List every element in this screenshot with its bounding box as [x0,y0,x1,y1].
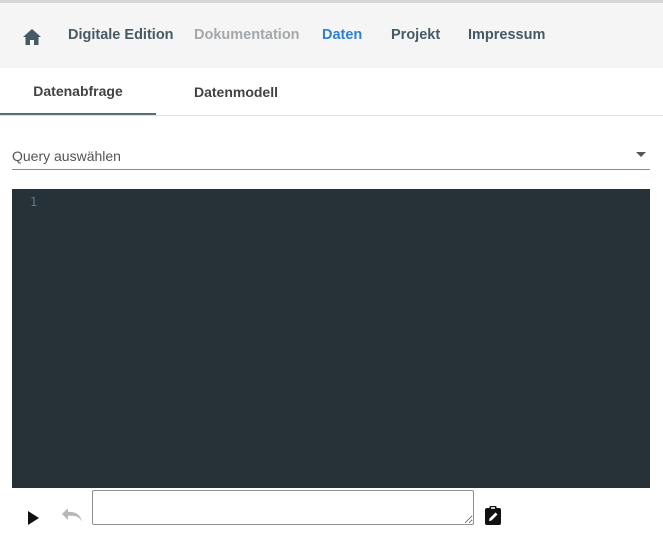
chevron-down-icon [636,152,646,157]
nav-link-dokumentation[interactable]: Dokumentation [194,27,300,43]
query-editor[interactable]: 1 [12,189,650,488]
line-number: 1 [30,195,38,209]
tab-bar: Datenabfrage Datenmodell [0,68,663,116]
clipboard-edit-icon [485,506,501,525]
clipboard-button[interactable] [483,505,505,527]
nav-link-impressum[interactable]: Impressum [468,27,545,43]
nav-link-daten[interactable]: Daten [322,27,362,43]
query-select[interactable]: Query auswählen [12,142,650,170]
play-icon [28,511,39,525]
nav-link-digitale-edition[interactable]: Digitale Edition [68,27,174,43]
run-query-button[interactable] [26,511,40,525]
tab-label: Datenabfrage [33,82,123,99]
tab-datenabfrage[interactable]: Datenabfrage [0,68,156,115]
home-button[interactable] [20,26,44,48]
undo-icon [62,508,82,522]
undo-button[interactable] [60,508,84,527]
tab-label: Datenmodell [193,83,278,100]
tab-datenmodell[interactable]: Datenmodell [158,68,314,115]
nav-link-projekt[interactable]: Projekt [391,27,440,43]
top-navigation-bar: Digitale Edition Dokumentation Daten Pro… [0,0,663,68]
home-icon [23,29,41,45]
query-select-label: Query auswählen [12,148,121,164]
query-text-input[interactable] [92,490,474,525]
